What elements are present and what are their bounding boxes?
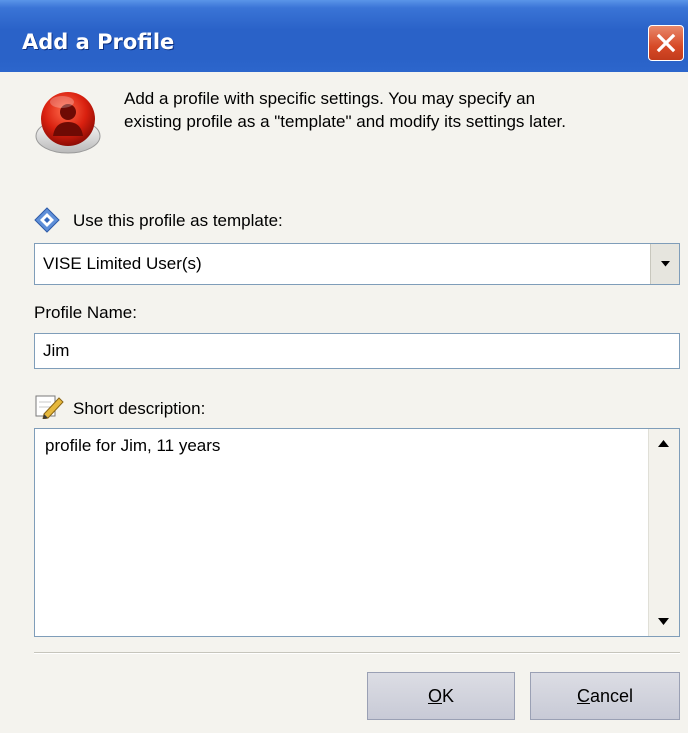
intro-text: Add a profile with specific settings. Yo… (124, 87, 684, 133)
template-dropdown[interactable]: VISE Limited User(s) (34, 243, 680, 285)
ok-label-rest: K (442, 686, 455, 706)
user-profile-icon (35, 92, 101, 154)
intro-line-1: Add a profile with specific settings. Yo… (124, 89, 536, 108)
scroll-up-arrow-icon (658, 440, 669, 447)
title-bar: Add a Profile (0, 0, 688, 72)
ok-button[interactable]: OK (367, 672, 515, 720)
description-label: Short description: (73, 399, 206, 418)
diamond-template-icon (34, 207, 60, 233)
intro-line-2: existing profile as a "template" and mod… (124, 112, 567, 131)
cancel-label-rest: ancel (589, 686, 634, 706)
close-icon (656, 33, 676, 53)
description-value: profile for Jim, 11 years (45, 436, 221, 455)
pencil-notepad-icon (35, 395, 64, 419)
scroll-up-button[interactable] (649, 429, 678, 458)
cancel-mnemonic: C (576, 686, 590, 706)
separator (34, 652, 680, 654)
window-title: Add a Profile (22, 30, 175, 54)
template-label: Use this profile as template: (73, 211, 283, 230)
dialog-body: Add a profile with specific settings. Yo… (0, 72, 688, 733)
profile-name-label: Profile Name: (34, 303, 137, 322)
ok-mnemonic: O (427, 686, 442, 706)
description-textarea[interactable]: profile for Jim, 11 years (34, 428, 680, 637)
profile-name-value: Jim (43, 341, 70, 360)
vertical-scrollbar[interactable] (648, 429, 679, 636)
template-selected-value: VISE Limited User(s) (43, 254, 202, 273)
close-button[interactable] (648, 25, 684, 61)
profile-name-input[interactable]: Jim (34, 333, 680, 369)
scroll-down-arrow-icon (658, 618, 669, 625)
chevron-down-icon (661, 261, 670, 267)
scroll-down-button[interactable] (649, 607, 678, 636)
cancel-button[interactable]: Cancel (530, 672, 680, 720)
dropdown-button[interactable] (650, 244, 679, 284)
